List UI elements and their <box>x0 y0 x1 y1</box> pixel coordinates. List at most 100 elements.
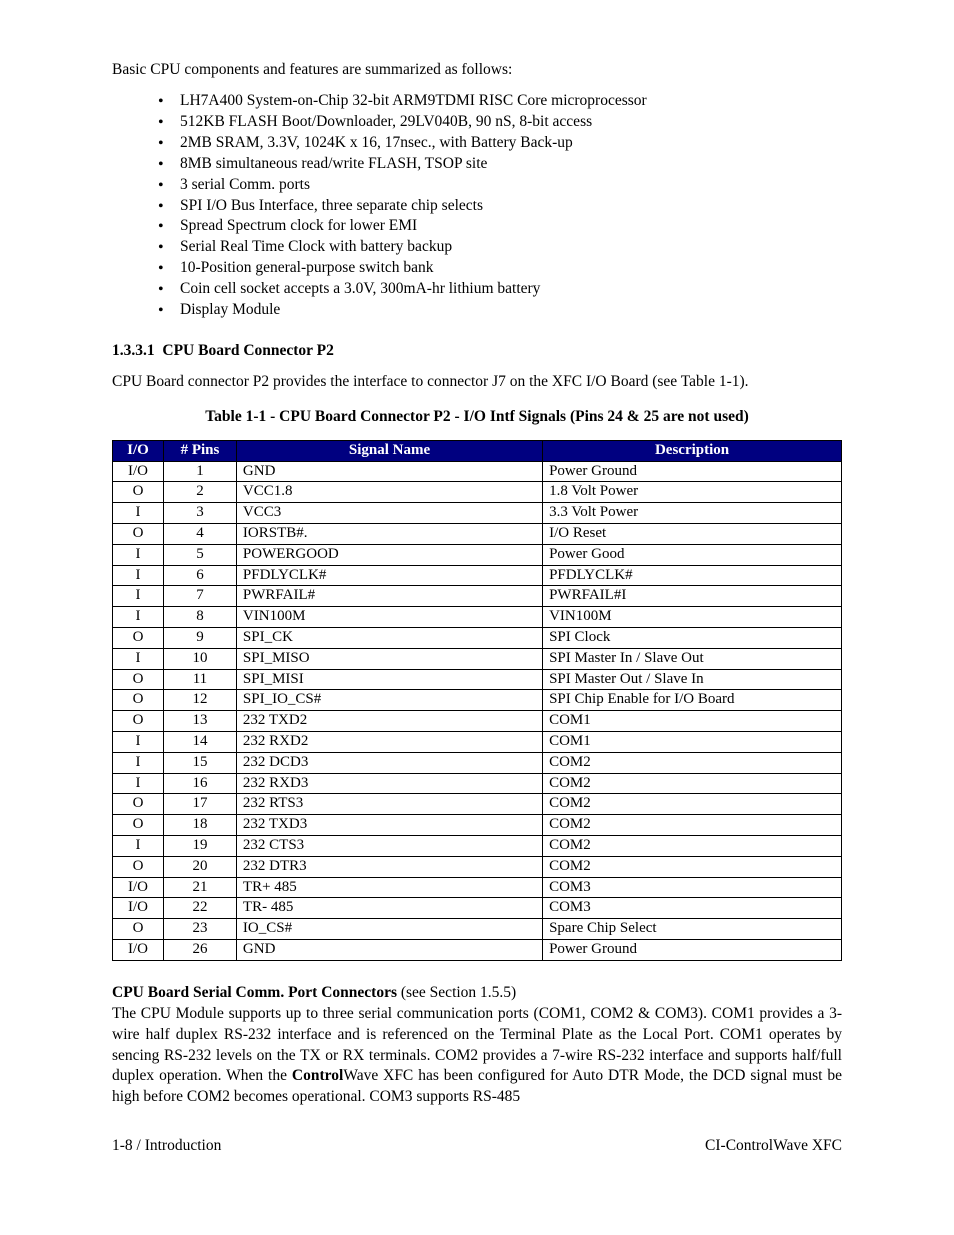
table-cell: SPI Clock <box>543 628 842 649</box>
table-cell: 18 <box>164 815 237 836</box>
th-desc: Description <box>543 440 842 461</box>
table-row: I8VIN100MVIN100M <box>113 607 842 628</box>
table-cell: O <box>113 919 164 940</box>
table-cell: SPI_MISO <box>236 648 542 669</box>
table-cell: 12 <box>164 690 237 711</box>
table-cell: 232 RXD3 <box>236 773 542 794</box>
table-cell: COM2 <box>543 815 842 836</box>
serial-heading-note: (see Section 1.5.5) <box>397 984 516 1001</box>
table-row: O12SPI_IO_CS#SPI Chip Enable for I/O Boa… <box>113 690 842 711</box>
table-cell: TR+ 485 <box>236 877 542 898</box>
table-cell: 26 <box>164 939 237 960</box>
table-cell: 232 TXD3 <box>236 815 542 836</box>
table-cell: Power Ground <box>543 939 842 960</box>
section-body: CPU Board connector P2 provides the inte… <box>112 372 842 393</box>
table-row: O13232 TXD2COM1 <box>113 711 842 732</box>
list-item: Coin cell socket accepts a 3.0V, 300mA-h… <box>158 279 842 300</box>
table-cell: 4 <box>164 524 237 545</box>
page-footer: 1-8 / Introduction CI-ControlWave XFC <box>112 1136 842 1157</box>
table-row: I/O21TR+ 485COM3 <box>113 877 842 898</box>
table-cell: 15 <box>164 752 237 773</box>
table-cell: TR- 485 <box>236 898 542 919</box>
table-cell: 16 <box>164 773 237 794</box>
list-item: 8MB simultaneous read/write FLASH, TSOP … <box>158 154 842 175</box>
table-cell: I <box>113 731 164 752</box>
section-number: 1.3.3.1 <box>112 342 155 359</box>
table-cell: O <box>113 856 164 877</box>
serial-body-bold: Control <box>292 1067 343 1084</box>
table-cell: COM2 <box>543 773 842 794</box>
table-row: O9SPI_CKSPI Clock <box>113 628 842 649</box>
table-row: I3VCC33.3 Volt Power <box>113 503 842 524</box>
table-cell: COM2 <box>543 752 842 773</box>
section-title: CPU Board Connector P2 <box>162 342 334 359</box>
features-list: LH7A400 System-on-Chip 32-bit ARM9TDMI R… <box>158 91 842 321</box>
table-row: I19232 CTS3COM2 <box>113 835 842 856</box>
table-row: O2VCC1.81.8 Volt Power <box>113 482 842 503</box>
table-cell: 22 <box>164 898 237 919</box>
table-cell: COM3 <box>543 898 842 919</box>
table-cell: O <box>113 711 164 732</box>
table-cell: 21 <box>164 877 237 898</box>
table-cell: 10 <box>164 648 237 669</box>
table-cell: I/O <box>113 877 164 898</box>
list-item: LH7A400 System-on-Chip 32-bit ARM9TDMI R… <box>158 91 842 112</box>
table-cell: I <box>113 835 164 856</box>
table-cell: I <box>113 503 164 524</box>
list-item: Spread Spectrum clock for lower EMI <box>158 216 842 237</box>
table-cell: COM3 <box>543 877 842 898</box>
table-cell: 232 DCD3 <box>236 752 542 773</box>
table-row: I/O26GNDPower Ground <box>113 939 842 960</box>
list-item: Serial Real Time Clock with battery back… <box>158 237 842 258</box>
table-cell: COM1 <box>543 711 842 732</box>
table-cell: I <box>113 752 164 773</box>
table-cell: I/O <box>113 898 164 919</box>
list-item: Display Module <box>158 300 842 321</box>
table-cell: 17 <box>164 794 237 815</box>
table-title: Table 1-1 - CPU Board Connector P2 - I/O… <box>112 407 842 428</box>
table-cell: COM2 <box>543 835 842 856</box>
table-cell: Spare Chip Select <box>543 919 842 940</box>
table-cell: 14 <box>164 731 237 752</box>
table-cell: 11 <box>164 669 237 690</box>
table-cell: COM2 <box>543 856 842 877</box>
table-cell: SPI Chip Enable for I/O Board <box>543 690 842 711</box>
table-row: O17232 RTS3COM2 <box>113 794 842 815</box>
table-cell: 19 <box>164 835 237 856</box>
table-cell: I/O Reset <box>543 524 842 545</box>
table-cell: SPI_MISI <box>236 669 542 690</box>
table-cell: SPI Master Out / Slave In <box>543 669 842 690</box>
table-row: I5POWERGOODPower Good <box>113 544 842 565</box>
table-row: O4IORSTB#.I/O Reset <box>113 524 842 545</box>
table-cell: VIN100M <box>543 607 842 628</box>
th-io: I/O <box>113 440 164 461</box>
table-row: O18232 TXD3COM2 <box>113 815 842 836</box>
table-cell: 232 DTR3 <box>236 856 542 877</box>
table-cell: I/O <box>113 939 164 960</box>
intro-text: Basic CPU components and features are su… <box>112 60 842 81</box>
table-header-row: I/O # Pins Signal Name Description <box>113 440 842 461</box>
table-row: I10SPI_MISOSPI Master In / Slave Out <box>113 648 842 669</box>
table-cell: 2 <box>164 482 237 503</box>
table-row: O20232 DTR3COM2 <box>113 856 842 877</box>
table-cell: COM1 <box>543 731 842 752</box>
table-cell: SPI_IO_CS# <box>236 690 542 711</box>
table-row: O11SPI_MISISPI Master Out / Slave In <box>113 669 842 690</box>
table-cell: 1.8 Volt Power <box>543 482 842 503</box>
footer-left: 1-8 / Introduction <box>112 1136 221 1157</box>
table-cell: 9 <box>164 628 237 649</box>
table-cell: IO_CS# <box>236 919 542 940</box>
table-cell: SPI Master In / Slave Out <box>543 648 842 669</box>
table-cell: PFDLYCLK# <box>236 565 542 586</box>
list-item: 512KB FLASH Boot/Downloader, 29LV040B, 9… <box>158 112 842 133</box>
th-pins: # Pins <box>164 440 237 461</box>
list-item: 3 serial Comm. ports <box>158 175 842 196</box>
table-cell: I <box>113 773 164 794</box>
table-row: I7PWRFAIL#PWRFAIL#I <box>113 586 842 607</box>
table-cell: 1 <box>164 461 237 482</box>
table-cell: O <box>113 669 164 690</box>
table-cell: 232 RXD2 <box>236 731 542 752</box>
table-cell: VIN100M <box>236 607 542 628</box>
table-cell: Power Good <box>543 544 842 565</box>
table-cell: GND <box>236 939 542 960</box>
